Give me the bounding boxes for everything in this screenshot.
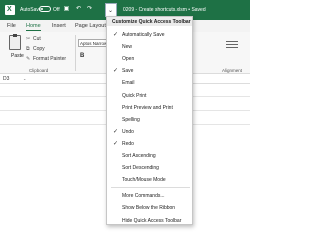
document-title: 0209 - Create shortcuts.xlsm • Saved: [123, 7, 206, 13]
menu-item-label: Email: [122, 80, 135, 87]
checkmark-icon: ✓: [113, 140, 119, 147]
chevron-down-icon: ⌄: [108, 8, 114, 14]
checkmark-icon: ✓: [113, 128, 119, 135]
format-painter-button[interactable]: ✎ Format Painter: [26, 56, 66, 62]
menu-item[interactable]: Email: [107, 77, 192, 87]
menu-item-label: Open: [122, 56, 135, 63]
menu-item[interactable]: Print Preview and Print: [107, 102, 192, 112]
tab-file[interactable]: File: [7, 23, 16, 29]
menu-item-label: Automatically Save: [122, 32, 165, 38]
redo-icon[interactable]: ↷: [86, 6, 93, 13]
copy-button[interactable]: ⧉ Copy: [26, 46, 45, 52]
alignment-group-label: Alignment: [222, 68, 243, 73]
menu-item[interactable]: More Commands...: [107, 190, 192, 200]
tab-insert[interactable]: Insert: [52, 23, 66, 29]
menu-item-label: Sort Descending: [122, 165, 159, 172]
copy-icon: ⧉: [26, 46, 30, 52]
tab-home[interactable]: Home: [26, 23, 41, 31]
chevron-down-icon[interactable]: ⌄: [23, 76, 26, 81]
excel-logo-icon: X: [5, 5, 15, 15]
paste-icon[interactable]: [9, 34, 21, 50]
bold-button[interactable]: B: [80, 53, 84, 59]
tab-page-layout[interactable]: Page Layout: [75, 23, 106, 29]
menu-item-label: Undo: [122, 128, 134, 135]
menu-item-label: Print Preview and Print: [122, 104, 173, 111]
menu-header: Customize Quick Access Toolbar: [107, 17, 192, 26]
menu-item-label: Show Below the Ribbon: [122, 205, 176, 212]
menu-item[interactable]: Touch/Mouse Mode: [107, 174, 192, 184]
save-icon[interactable]: ▣: [63, 6, 70, 13]
menu-item-label: More Commands...: [122, 193, 165, 200]
cut-button[interactable]: ✂ Cut: [26, 36, 41, 42]
brush-icon: ✎: [26, 56, 31, 62]
autosave-toggle[interactable]: [39, 6, 51, 12]
clipboard-group-label: Clipboard: [29, 68, 49, 73]
menu-item-label: Hide Quick Access Toolbar: [122, 217, 182, 224]
name-box[interactable]: D3: [3, 76, 9, 82]
checkmark-icon: ✓: [113, 68, 119, 75]
scissors-icon: ✂: [26, 36, 31, 42]
menu-item[interactable]: ✓ Redo: [107, 138, 192, 148]
menu-item-label: Touch/Mouse Mode: [122, 177, 166, 184]
customize-quick-access-menu: Customize Quick Access Toolbar ✓ Automati…: [106, 16, 193, 225]
menu-item-label: Quick Print: [122, 92, 147, 99]
align-icon[interactable]: [226, 41, 238, 42]
menu-item[interactable]: ✓ Save: [107, 65, 192, 75]
menu-item-label: New: [122, 44, 133, 51]
menu-item[interactable]: New: [107, 41, 192, 51]
menu-item[interactable]: Quick Print: [107, 90, 192, 100]
menu-item[interactable]: Open: [107, 53, 192, 63]
menu-item[interactable]: Spelling: [107, 114, 192, 124]
font-name-select[interactable]: Aptos Narrow: [78, 39, 108, 47]
menu-item[interactable]: Sort Ascending: [107, 150, 192, 160]
menu-item[interactable]: ✓ Undo: [107, 126, 192, 136]
paste-button[interactable]: Paste: [11, 53, 24, 59]
menu-item[interactable]: Sort Descending: [107, 162, 192, 172]
menu-separator: [111, 187, 190, 189]
menu-item-label: Spelling: [122, 116, 140, 123]
customize-quick-access-toolbar-button[interactable]: ⌄: [105, 3, 117, 17]
menu-item-label: Redo: [122, 140, 134, 147]
checkmark-icon: ✓: [113, 32, 119, 38]
menu-item[interactable]: Hide Quick Access Toolbar: [107, 215, 192, 225]
menu-item[interactable]: Show Below the Ribbon: [107, 202, 192, 212]
menu-item-label: Sort Ascending: [122, 153, 156, 159]
menu-item-label: Save: [122, 68, 134, 75]
autosave-toggle-state: Off: [53, 7, 60, 13]
undo-icon[interactable]: ↶: [75, 6, 82, 13]
menu-item[interactable]: ✓ Automatically Save: [107, 29, 192, 39]
group-divider: [75, 35, 76, 71]
